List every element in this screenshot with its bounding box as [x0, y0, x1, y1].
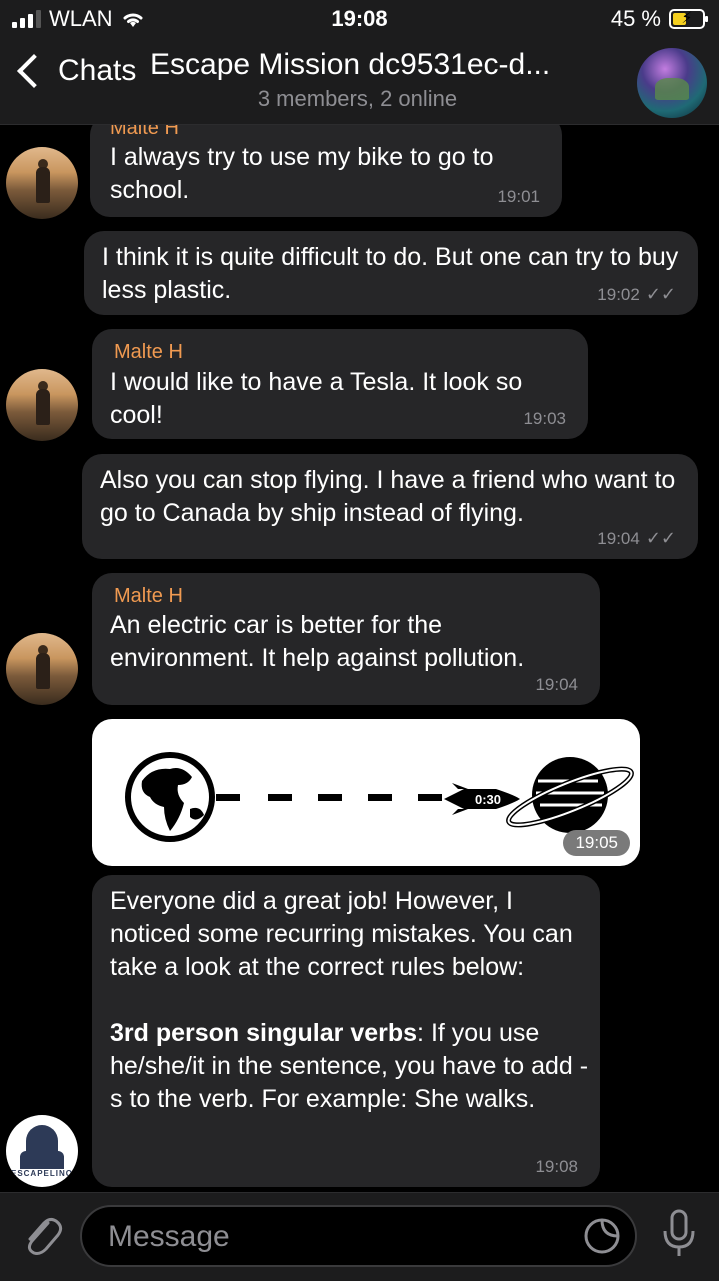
- rocket-icon: 0:30: [444, 783, 520, 815]
- message-input[interactable]: [106, 1217, 550, 1257]
- chat-header: Chats Escape Mission dc9531ec-d... 3 mem…: [0, 40, 719, 125]
- message-text: I think it is quite difficult to do. But…: [102, 243, 679, 304]
- sender-name: Malte H: [110, 125, 179, 139]
- message-bubble[interactable]: Malte H An electric car is better for th…: [92, 573, 600, 705]
- message-text: An electric car is better for the enviro…: [110, 611, 525, 672]
- microphone-icon[interactable]: [661, 1209, 697, 1259]
- avatar-escapelino[interactable]: ESCAPELINO: [6, 1115, 78, 1187]
- sender-name: Malte H: [114, 341, 183, 363]
- avatar-malte[interactable]: [6, 147, 78, 219]
- battery-percent: 45 %: [610, 6, 661, 31]
- message-list[interactable]: Malte H I always try to use my bike to g…: [0, 125, 719, 1192]
- avatar-malte[interactable]: [6, 633, 78, 705]
- message-input-field[interactable]: [80, 1205, 637, 1267]
- message-bubble[interactable]: Malte H I would like to have a Tesla. It…: [92, 329, 588, 439]
- planet-icon: [506, 757, 634, 833]
- message-time: 19:02 ✓✓: [597, 284, 676, 304]
- message-bubble[interactable]: I think it is quite difficult to do. But…: [84, 231, 698, 315]
- sticker-icon[interactable]: [583, 1217, 621, 1255]
- message-time: 19:03: [523, 409, 566, 428]
- message-time: 19:08: [535, 1157, 578, 1176]
- input-bar: [0, 1192, 719, 1281]
- chat-subtitle: 3 members, 2 online: [257, 86, 458, 111]
- back-label: Chats: [58, 54, 137, 87]
- message-time: 19:04 ✓✓: [597, 528, 676, 548]
- group-avatar[interactable]: [637, 48, 707, 118]
- status-bar: WLAN 19:08 45 % ⚡: [0, 0, 719, 40]
- chat-title[interactable]: Escape Mission dc9531ec-d...: [150, 48, 620, 82]
- read-check-icon: ✓✓: [645, 284, 676, 304]
- battery-icon: ⚡: [669, 9, 708, 29]
- timer-label: 0:30: [475, 792, 501, 807]
- earth-icon: [125, 752, 215, 842]
- path-dashes: [216, 794, 442, 801]
- message-time: 19:01: [497, 187, 540, 206]
- message-text: Also you can stop flying. I have a frien…: [100, 466, 676, 527]
- read-check-icon: ✓✓: [645, 528, 676, 548]
- message-text: I always try to use my bike to go to sch…: [110, 143, 494, 204]
- image-message[interactable]: 0:30 19:05: [92, 719, 640, 866]
- message-bubble[interactable]: Also you can stop flying. I have a frien…: [82, 454, 698, 559]
- chevron-left-icon: [17, 54, 51, 88]
- message-bubble[interactable]: Malte H I always try to use my bike to g…: [90, 125, 562, 217]
- status-right: 45 % ⚡: [610, 6, 708, 32]
- message-bubble[interactable]: Everyone did a great job! However, I not…: [92, 875, 600, 1187]
- avatar-malte[interactable]: [6, 369, 78, 441]
- paperclip-icon[interactable]: [18, 1211, 64, 1257]
- rule-title: 3rd person singular verbs: [110, 1019, 418, 1047]
- earth-to-planet-image: 0:30: [125, 752, 634, 842]
- message-text: I would like to have a Tesla. It look so…: [110, 368, 523, 429]
- message-time: 19:04: [535, 675, 578, 694]
- message-intro: Everyone did a great job! However, I not…: [110, 887, 573, 981]
- back-button[interactable]: Chats: [14, 54, 136, 88]
- avatar-brand: ESCAPELINO: [10, 1169, 73, 1178]
- message-time: 19:05: [563, 830, 630, 856]
- message-text: Everyone did a great job! However, I not…: [110, 885, 590, 1116]
- sender-name: Malte H: [114, 585, 183, 607]
